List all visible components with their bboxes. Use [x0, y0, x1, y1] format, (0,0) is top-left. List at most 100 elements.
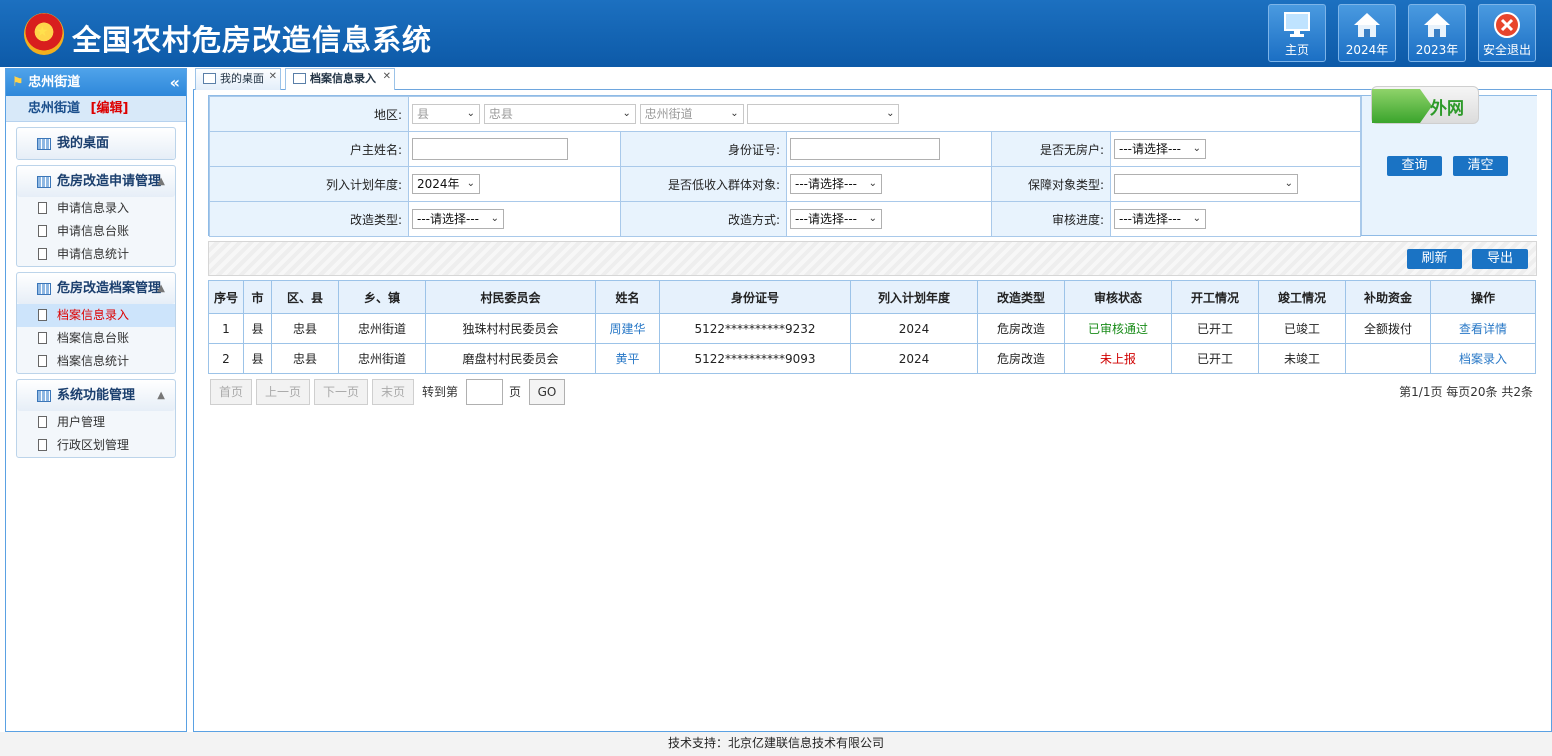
- go-button[interactable]: GO: [529, 379, 565, 405]
- menu-group-desktop: 我的桌面: [16, 127, 176, 160]
- next-page-button[interactable]: 下一页: [314, 379, 368, 405]
- owner-name-link[interactable]: 黄平: [595, 343, 660, 374]
- plan-year-select[interactable]: 2024年 ⌄: [412, 174, 480, 194]
- tab-archive-entry[interactable]: 档案信息录入 ✕: [285, 68, 395, 90]
- collapse-sidebar-icon[interactable]: «: [170, 69, 180, 96]
- renovation-method-label: 改造方式:: [620, 201, 787, 237]
- edit-user-link[interactable]: [编辑]: [91, 101, 129, 116]
- column-header: 列入计划年度: [850, 280, 978, 314]
- menu-title-application[interactable]: 危房改造申请管理 ▲: [17, 166, 175, 197]
- window-icon: [293, 73, 306, 84]
- query-button[interactable]: 查询: [1387, 156, 1442, 176]
- id-number-input[interactable]: [790, 138, 940, 160]
- menu-item-archive-stats[interactable]: 档案信息统计: [17, 350, 175, 373]
- menu-item-apply-ledger[interactable]: 申请信息台账: [17, 220, 175, 243]
- menu-title-system[interactable]: 系统功能管理 ▲: [17, 380, 175, 411]
- house-icon: [1354, 13, 1380, 37]
- owner-name-input[interactable]: [412, 138, 568, 160]
- national-emblem-icon: ★: [24, 13, 64, 55]
- column-header: 竣工情况: [1258, 280, 1346, 314]
- table-row: 1 县忠县 忠州街道 独珠村村民委员会 周建华 5122**********9232 202…: [208, 313, 1536, 344]
- table-cell: 5122**********9232: [659, 313, 851, 344]
- document-icon: [38, 355, 47, 367]
- renovation-type-select[interactable]: ---请选择--- ⌄: [412, 209, 504, 229]
- user-name: 忠州街道: [28, 101, 81, 116]
- renovation-method-select[interactable]: ---请选择--- ⌄: [790, 209, 882, 229]
- table-cell: 已开工: [1171, 343, 1259, 374]
- chevron-down-icon: ⌄: [466, 178, 475, 189]
- year-2024-button[interactable]: 2024年: [1338, 4, 1396, 62]
- county-select[interactable]: 忠县 ⌄: [483, 104, 636, 124]
- prev-page-button[interactable]: 上一页: [256, 379, 310, 405]
- row-action-link[interactable]: 查看详情: [1430, 313, 1536, 344]
- column-header: 补助资金: [1345, 280, 1431, 314]
- chevron-down-icon: ⌄: [886, 108, 895, 119]
- first-page-button[interactable]: 首页: [210, 379, 252, 405]
- refresh-button[interactable]: 刷新: [1407, 249, 1462, 269]
- guarantee-type-select[interactable]: ⌄: [1114, 174, 1298, 194]
- owner-name-label: 户主姓名:: [209, 131, 409, 167]
- owner-name-link[interactable]: 周建华: [595, 313, 660, 344]
- table-cell: 磨盘村村民委员会: [425, 343, 596, 374]
- collapse-arrow-icon[interactable]: ▲: [157, 166, 165, 197]
- menu-item-archive-entry[interactable]: 档案信息录入: [17, 304, 175, 327]
- grid-icon: [37, 283, 51, 295]
- signpost-icon: ⚑: [12, 75, 24, 90]
- year-2023-label: 2023年: [1415, 43, 1459, 57]
- logout-button[interactable]: 安全退出: [1478, 4, 1536, 62]
- village-select[interactable]: ⌄: [747, 104, 900, 124]
- no-house-select[interactable]: ---请选择--- ⌄: [1114, 139, 1206, 159]
- table-cell: 2: [208, 343, 244, 374]
- menu-item-user-admin[interactable]: 用户管理: [17, 411, 175, 434]
- menu-title-desktop[interactable]: 我的桌面: [17, 128, 175, 159]
- column-header: 开工情况: [1171, 280, 1259, 314]
- row-action-link[interactable]: 档案录入: [1430, 343, 1536, 374]
- collapse-arrow-icon[interactable]: ▲: [157, 273, 165, 304]
- renovation-type-label: 改造类型:: [209, 201, 409, 237]
- chevron-down-icon: ⌄: [1192, 143, 1201, 154]
- last-page-button[interactable]: 末页: [372, 379, 414, 405]
- grid-icon: [37, 390, 51, 402]
- menu-group-application: 危房改造申请管理 ▲ 申请信息录入 申请信息台账 申请信息统计: [16, 165, 176, 267]
- menu-title-archive[interactable]: 危房改造档案管理 ▲: [17, 273, 175, 304]
- table-cell: 5122**********9093: [659, 343, 851, 374]
- chevron-down-icon: ⌄: [622, 108, 631, 119]
- table-cell: 县: [243, 343, 272, 374]
- tab-close-icon[interactable]: ✕: [383, 67, 391, 87]
- system-title: 全国农村危房改造信息系统: [72, 23, 433, 57]
- window-icon: [203, 73, 216, 84]
- menu-item-apply-entry[interactable]: 申请信息录入: [17, 197, 175, 220]
- document-icon: [38, 439, 47, 451]
- column-header: 序号: [208, 280, 244, 314]
- chevron-down-icon: ⌄: [730, 108, 739, 119]
- chevron-down-icon: ⌄: [1192, 213, 1201, 224]
- document-icon: [38, 248, 47, 260]
- footer: 技术支持：北京亿建联信息技术有限公司: [0, 732, 1552, 756]
- menu-item-archive-ledger[interactable]: 档案信息台账: [17, 327, 175, 350]
- audit-progress-select[interactable]: ---请选择--- ⌄: [1114, 209, 1206, 229]
- table-header: 序号市区、县 乡、镇 村民委员会 姓名 身份证号 列入计划年度 改造类型 审核状态 开工情况 竣工…: [208, 280, 1536, 314]
- no-house-label: 是否无房户:: [991, 131, 1111, 167]
- main-content: 地区: 县 ⌄ 忠县 ⌄ 忠州街道 ⌄ ⌄ 户主姓名: 身份证号: 是否无房户: --…: [193, 86, 1552, 732]
- export-button[interactable]: 导出: [1472, 249, 1528, 269]
- page-number-input[interactable]: [466, 379, 503, 405]
- home-button[interactable]: 主页: [1268, 4, 1326, 62]
- chevron-down-icon: ⌄: [466, 108, 475, 119]
- year-2023-button[interactable]: 2023年: [1408, 4, 1466, 62]
- menu-item-region-admin[interactable]: 行政区划管理: [17, 434, 175, 457]
- town-select[interactable]: 忠州街道 ⌄: [639, 104, 744, 124]
- tab-bar: 我的桌面 ✕ 档案信息录入 ✕: [193, 68, 1552, 90]
- tab-my-desktop[interactable]: 我的桌面 ✕: [195, 68, 281, 90]
- document-icon: [38, 309, 47, 321]
- collapse-arrow-icon[interactable]: ▲: [157, 380, 165, 411]
- low-income-select[interactable]: ---请选择--- ⌄: [790, 174, 882, 194]
- table-cell: 未竣工: [1258, 343, 1346, 374]
- clear-button[interactable]: 清空: [1453, 156, 1508, 176]
- region-level-select[interactable]: 县 ⌄: [412, 104, 480, 124]
- table-cell: 已开工: [1171, 313, 1259, 344]
- region-label: 地区:: [209, 96, 409, 132]
- tab-close-icon[interactable]: ✕: [269, 67, 277, 87]
- table-cell: 县: [243, 313, 272, 344]
- search-form: 地区: 县 ⌄ 忠县 ⌄ 忠州街道 ⌄ ⌄ 户主姓名: 身份证号: 是否无房户: --…: [209, 96, 1361, 237]
- menu-item-apply-stats[interactable]: 申请信息统计: [17, 243, 175, 266]
